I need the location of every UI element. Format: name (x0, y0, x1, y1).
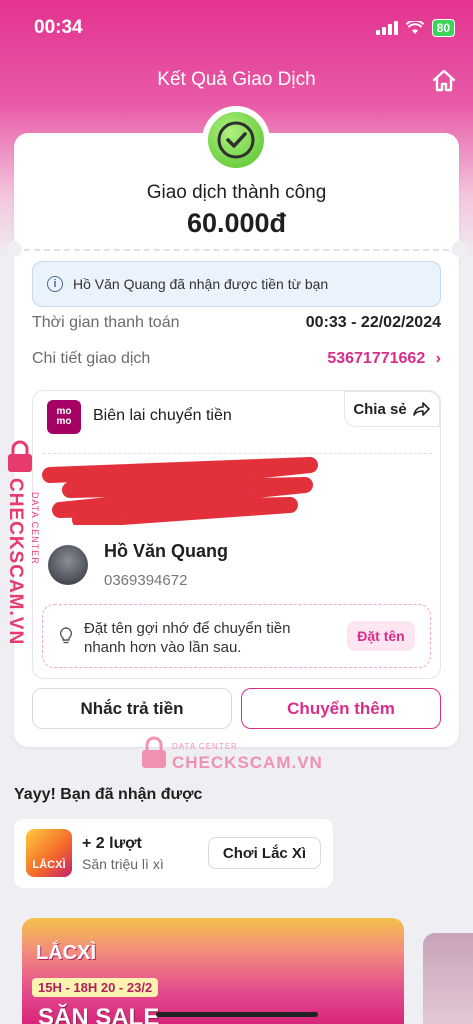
receipt-divider (43, 453, 432, 454)
banner-time: 15H - 18H 20 - 23/2 (32, 978, 159, 997)
info-banner: i Hồ Văn Quang đã nhận được tiền từ bạn (32, 261, 441, 307)
nickname-hint: Đặt tên gợi nhớ để chuyển tiền nhanh hơn… (84, 620, 291, 656)
status-time: 00:34 (34, 17, 83, 38)
transaction-id-link[interactable]: 53671771662 › (327, 350, 441, 368)
card-notch-right (451, 241, 467, 257)
cellular-signal-icon (375, 21, 398, 35)
info-icon: i (47, 276, 63, 292)
momo-logo: mo mo (47, 400, 81, 434)
status-bar: 00:34 80 (0, 0, 473, 56)
lightbulb-icon (59, 627, 73, 644)
success-badge (202, 106, 270, 174)
banner-logo: LẮCXÌ (36, 942, 96, 964)
share-label: Chia sẻ (353, 400, 407, 418)
watermark-brand-side: CHECKSCAM.VN (5, 478, 26, 646)
remind-payment-button[interactable]: Nhắc trả tiền (32, 688, 232, 729)
page-header: Kết Quả Giao Dịch (0, 62, 473, 98)
battery-icon: 80 (431, 19, 455, 37)
send-more-button[interactable]: Chuyển thêm (241, 688, 441, 729)
redaction-scribble (42, 457, 318, 525)
watermark-lock-icon (8, 440, 32, 472)
divider (24, 249, 449, 251)
banner-headline: SĂN SALE (38, 1004, 160, 1024)
payment-time-value: 00:33 - 22/02/2024 (305, 314, 441, 331)
payment-time-label: Thời gian thanh toán (32, 314, 180, 331)
receiver-phone: 0369394672 (104, 572, 188, 589)
watermark-tag-side: DATA CENTER (30, 492, 40, 565)
checkmark-icon (217, 121, 255, 159)
promo-banner-next[interactable] (423, 933, 473, 1024)
wifi-icon (405, 21, 424, 34)
share-button[interactable]: Chia sẻ (344, 391, 440, 427)
transaction-id: 53671771662 (327, 350, 426, 367)
home-icon[interactable] (431, 68, 457, 94)
play-lacxi-button[interactable]: Chơi Lắc Xì (208, 837, 321, 869)
info-message: Hồ Văn Quang đã nhận được tiền từ bạn (73, 276, 329, 292)
chevron-right-icon: › (435, 350, 441, 367)
rewards-title: Yayy! Bạn đã nhận được (14, 786, 203, 803)
page-title: Kết Quả Giao Dịch (157, 69, 316, 90)
reward-count: + 2 lượt (82, 835, 142, 852)
share-arrow-icon (412, 402, 430, 416)
watermark-brand-center: CHECKSCAM.VN (172, 753, 323, 772)
receipt-title: Biên lai chuyển tiền (93, 407, 232, 424)
transaction-detail-row[interactable]: Chi tiết giao dịch 53671771662 › (32, 350, 441, 368)
watermark-lock-center-icon (142, 736, 166, 768)
lacxi-game-thumbnail: LẮCXÌ (26, 829, 72, 877)
payment-time-row: Thời gian thanh toán 00:33 - 22/02/2024 (32, 314, 441, 332)
transaction-detail-label: Chi tiết giao dịch (32, 350, 151, 367)
transaction-status: Giao dịch thành công (146, 182, 327, 203)
promo-banner[interactable]: LẮCXÌ 15H - 18H 20 - 23/2 SĂN SALE (22, 918, 404, 1024)
home-indicator (156, 1012, 318, 1017)
set-nickname-button[interactable]: Đặt tên (347, 621, 415, 651)
transaction-amount: 60.000đ (186, 208, 287, 238)
receiver-name: Hồ Văn Quang (104, 541, 229, 561)
card-notch-left (6, 241, 22, 257)
reward-subtitle: Săn triệu lì xì (82, 856, 164, 872)
watermark-tag-center: DATA CENTER (172, 742, 238, 751)
status-indicators: 80 (375, 19, 455, 37)
receiver-avatar (48, 545, 88, 585)
